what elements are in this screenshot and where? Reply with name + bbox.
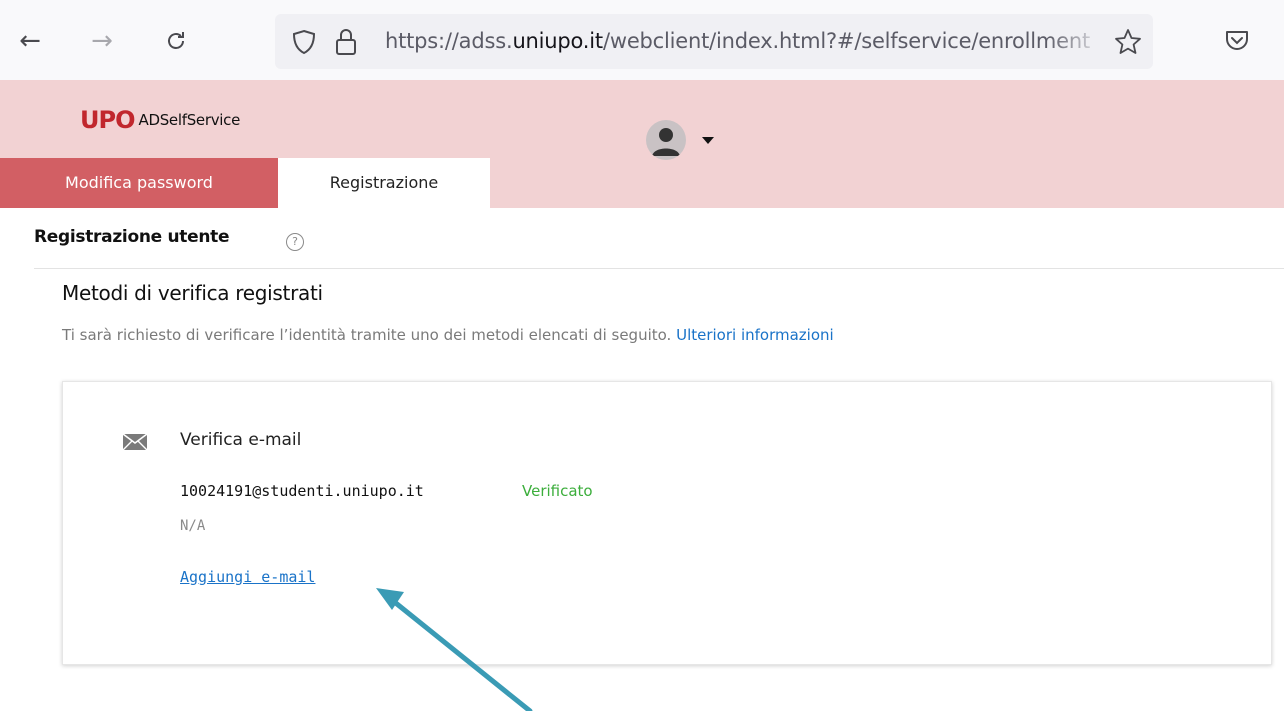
forward-icon[interactable]: → (84, 18, 120, 64)
app-header: UPO ADSelfService Modifica password Regi… (0, 80, 1284, 208)
verification-method-card (62, 381, 1272, 665)
star-icon[interactable] (1113, 27, 1143, 57)
divider (34, 268, 1284, 269)
add-email-link[interactable]: Aggiungi e-mail (180, 568, 315, 586)
back-icon[interactable]: ← (12, 18, 48, 64)
secondary-value: N/A (180, 518, 206, 534)
url-text[interactable]: https://adss.uniupo.it/webclient/index.h… (385, 14, 1105, 69)
browser-toolbar: ← → https://adss.uniupo.it/webclient/ind… (0, 0, 1284, 80)
more-info-link[interactable]: Ulteriori informazioni (676, 326, 834, 344)
logo-mark: UPO (80, 106, 135, 134)
url-path: /webclient/index.html?#/selfservice/enro… (602, 29, 1091, 53)
tab-registrazione[interactable]: Registrazione (278, 158, 490, 208)
url-prefix: https://adss. (385, 29, 513, 53)
status-badge: Verificato (522, 482, 593, 500)
page-title: Registrazione utente (34, 227, 230, 247)
user-icon (652, 128, 680, 156)
avatar[interactable] (646, 120, 686, 160)
section-description-text: Ti sarà richiesto di verificare l’identi… (62, 326, 672, 344)
shield-icon[interactable] (289, 27, 319, 57)
chevron-down-icon[interactable] (702, 137, 714, 144)
lock-icon[interactable] (331, 26, 361, 58)
address-bar[interactable]: https://adss.uniupo.it/webclient/index.h… (275, 14, 1153, 69)
envelope-icon (122, 433, 148, 451)
email-value: 10024191@studenti.uniupo.it (180, 482, 424, 500)
logo-text: ADSelfService (138, 111, 241, 129)
url-domain: uniupo.it (512, 29, 603, 53)
pocket-icon[interactable] (1222, 26, 1252, 56)
help-icon[interactable]: ? (286, 233, 304, 251)
section-description: Ti sarà richiesto di verificare l’identi… (62, 326, 834, 344)
method-title: Verifica e-mail (180, 430, 302, 450)
reload-icon[interactable] (158, 18, 194, 64)
section-title: Metodi di verifica registrati (62, 281, 323, 305)
logo[interactable]: UPO ADSelfService (80, 106, 240, 134)
reload-glyph (168, 32, 184, 49)
tab-modifica-password[interactable]: Modifica password (0, 158, 278, 208)
